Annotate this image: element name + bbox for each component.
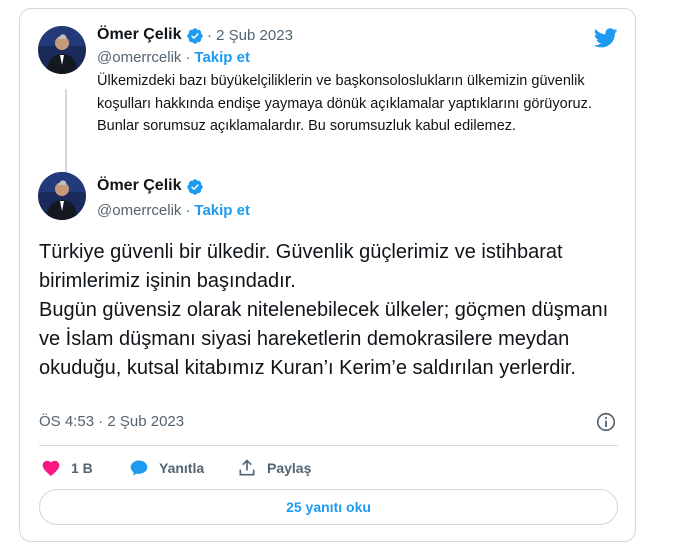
author-name[interactable]: Ömer Çelik	[97, 26, 181, 44]
like-count: 1 B	[71, 460, 93, 476]
quoted-tweet-text: Ülkemizdeki bazı büyükelçiliklerin ve ba…	[97, 73, 592, 134]
tweet-paragraph: Türkiye güvenli bir ülkedir. Güvenlik gü…	[39, 241, 563, 292]
read-replies-button[interactable]: 25 yanıtı oku	[39, 489, 618, 525]
share-label: Paylaş	[267, 460, 312, 476]
separator-dot: ·	[185, 202, 191, 219]
author-handle[interactable]: @omerrcelik	[97, 49, 181, 66]
separator-dot: ·	[185, 49, 191, 66]
separator-dot: ·	[207, 27, 217, 44]
handle-row: @omerrcelik · Takip et	[97, 49, 250, 66]
follow-link[interactable]: Takip et	[194, 49, 250, 66]
tweet-date[interactable]: · 2 Şub 2023	[207, 27, 293, 44]
speech-bubble-icon	[130, 460, 148, 476]
divider	[39, 445, 618, 446]
avatar[interactable]	[38, 172, 86, 220]
verified-badge-icon	[187, 179, 203, 195]
twitter-bird-icon[interactable]	[592, 26, 620, 50]
date-text: 2 Şub 2023	[216, 27, 293, 44]
author-name[interactable]: Ömer Çelik	[97, 177, 181, 195]
avatar[interactable]	[38, 26, 86, 74]
heart-icon	[42, 460, 60, 476]
tweet-embed-card: Ömer Çelik · 2 Şub 2023 @omerrcelik · Taki…	[19, 8, 636, 542]
info-icon[interactable]	[595, 411, 617, 433]
follow-link[interactable]: Takip et	[194, 202, 250, 219]
share-upload-icon	[239, 459, 255, 476]
tweet-text: Türkiye güvenli bir ülkedir. Güvenlik gü…	[39, 238, 619, 383]
tweet-timestamp[interactable]: ÖS 4:53 · 2 Şub 2023	[39, 413, 184, 430]
like-button[interactable]: 1 B	[41, 458, 93, 478]
author-handle[interactable]: @omerrcelik	[97, 202, 181, 219]
thread-line	[65, 89, 67, 173]
reply-button[interactable]: Yanıtla	[129, 458, 204, 478]
verified-badge-icon	[187, 28, 203, 44]
handle-row: @omerrcelik · Takip et	[97, 202, 250, 219]
share-button[interactable]: Paylaş	[237, 458, 311, 478]
tweet-paragraph: Bugün güvensiz olarak nitelenebilecek ül…	[39, 299, 609, 379]
reply-label: Yanıtla	[159, 460, 205, 476]
